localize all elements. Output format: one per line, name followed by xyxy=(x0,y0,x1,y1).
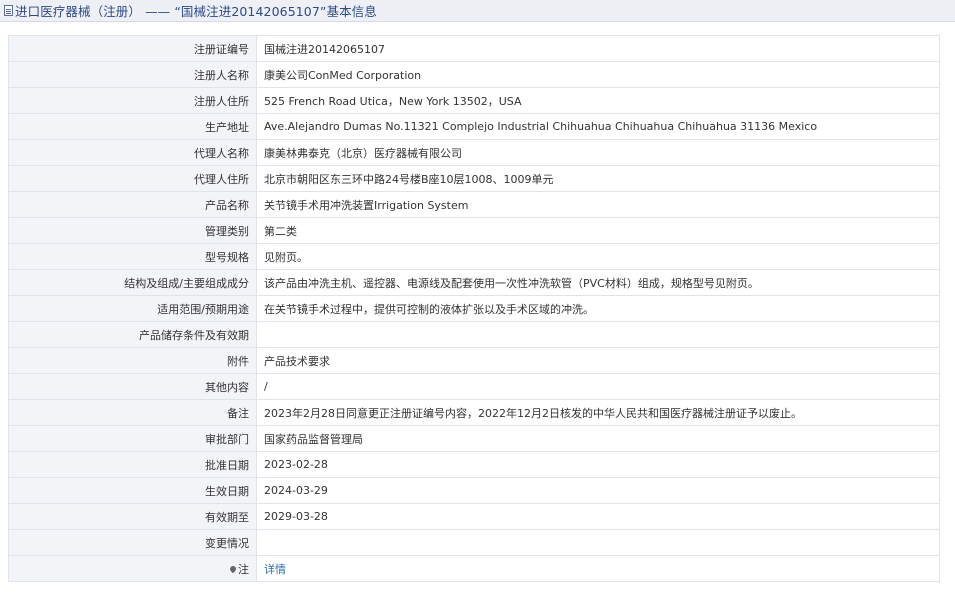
info-table-container: 注册证编号 国械注进20142065107 注册人名称 康美公司ConMed C… xyxy=(8,35,940,582)
row-label: 生效日期 xyxy=(8,477,257,504)
table-row: 产品名称 关节镜手术用冲洗装置Irrigation System xyxy=(8,191,940,218)
table-row: 变更情况 xyxy=(8,529,940,556)
row-value: 康美林弗泰克（北京）医疗器械有限公司 xyxy=(256,139,940,166)
row-value: / xyxy=(256,373,940,400)
row-value: 该产品由冲洗主机、遥控器、电源线及配套使用一次性冲洗软管（PVC材料）组成，规格… xyxy=(256,269,940,296)
row-label: 型号规格 xyxy=(8,243,257,270)
row-value: 2024-03-29 xyxy=(256,477,940,504)
row-label: 变更情况 xyxy=(8,529,257,556)
row-value: 在关节镜手术过程中，提供可控制的液体扩张以及手术区域的冲洗。 xyxy=(256,295,940,322)
row-label: 注册人住所 xyxy=(8,87,257,114)
row-value xyxy=(256,529,940,556)
row-value: 2023年2月28日同意更正注册证编号内容，2022年12月2日核发的中华人民共… xyxy=(256,399,940,426)
table-row: 生效日期 2024-03-29 xyxy=(8,477,940,504)
row-label: 管理类别 xyxy=(8,217,257,244)
row-label: 附件 xyxy=(8,347,257,374)
row-label: 审批部门 xyxy=(8,425,257,452)
table-row: 注册人名称 康美公司ConMed Corporation xyxy=(8,61,940,88)
table-row: 备注 2023年2月28日同意更正注册证编号内容，2022年12月2日核发的中华… xyxy=(8,399,940,426)
row-label: 产品储存条件及有效期 xyxy=(8,321,257,348)
row-value: 2029-03-28 xyxy=(256,503,940,530)
table-row: 型号规格 见附页。 xyxy=(8,243,940,270)
row-label: 产品名称 xyxy=(8,191,257,218)
table-row: 代理人名称 康美林弗泰克（北京）医疗器械有限公司 xyxy=(8,139,940,166)
row-value: Ave.Alejandro Dumas No.11321 Complejo In… xyxy=(256,113,940,140)
row-value: 关节镜手术用冲洗装置Irrigation System xyxy=(256,191,940,218)
info-table: 注册证编号 国械注进20142065107 注册人名称 康美公司ConMed C… xyxy=(8,35,940,582)
row-value: 北京市朝阳区东三环中路24号楼B座10层1008、1009单元 xyxy=(256,165,940,192)
row-label: 代理人名称 xyxy=(8,139,257,166)
row-label: 生产地址 xyxy=(8,113,257,140)
row-label: 备注 xyxy=(8,399,257,426)
row-label: 注册人名称 xyxy=(8,61,257,88)
pin-icon xyxy=(228,564,238,573)
row-value: 见附页。 xyxy=(256,243,940,270)
row-label: 有效期至 xyxy=(8,503,257,530)
page-title: 进口医疗器械（注册） —— “国械注进20142065107”基本信息 xyxy=(15,4,377,19)
table-row: 有效期至 2029-03-28 xyxy=(8,503,940,530)
document-icon xyxy=(4,5,13,16)
table-row: 审批部门 国家药品监督管理局 xyxy=(8,425,940,452)
table-row: 结构及组成/主要组成成分 该产品由冲洗主机、遥控器、电源线及配套使用一次性冲洗软… xyxy=(8,269,940,296)
note-label-cell: 注 xyxy=(8,555,257,582)
table-row: 生产地址 Ave.Alejandro Dumas No.11321 Comple… xyxy=(8,113,940,140)
row-label: 结构及组成/主要组成成分 xyxy=(8,269,257,296)
row-label: 注册证编号 xyxy=(8,35,257,62)
row-value: 第二类 xyxy=(256,217,940,244)
table-row: 产品储存条件及有效期 xyxy=(8,321,940,348)
table-row: 管理类别 第二类 xyxy=(8,217,940,244)
table-row: 适用范围/预期用途 在关节镜手术过程中，提供可控制的液体扩张以及手术区域的冲洗。 xyxy=(8,295,940,322)
table-row: 注册证编号 国械注进20142065107 xyxy=(8,35,940,62)
row-label: 其他内容 xyxy=(8,373,257,400)
row-value: 525 French Road Utica，New York 13502，USA xyxy=(256,87,940,114)
table-row: 代理人住所 北京市朝阳区东三环中路24号楼B座10层1008、1009单元 xyxy=(8,165,940,192)
table-row: 注册人住所 525 French Road Utica，New York 135… xyxy=(8,87,940,114)
row-value: 康美公司ConMed Corporation xyxy=(256,61,940,88)
details-link[interactable]: 详情 xyxy=(264,563,286,576)
note-label: 注 xyxy=(238,562,249,576)
page-header: 进口医疗器械（注册） —— “国械注进20142065107”基本信息 xyxy=(0,0,955,22)
row-value xyxy=(256,321,940,348)
row-label: 代理人住所 xyxy=(8,165,257,192)
row-value: 国械注进20142065107 xyxy=(256,35,940,62)
table-row: 附件 产品技术要求 xyxy=(8,347,940,374)
note-value-cell: 详情 xyxy=(256,555,940,582)
table-row: 其他内容 / xyxy=(8,373,940,400)
table-row: 批准日期 2023-02-28 xyxy=(8,451,940,478)
row-value: 国家药品监督管理局 xyxy=(256,425,940,452)
note-row: 注 详情 xyxy=(8,555,940,582)
row-value: 产品技术要求 xyxy=(256,347,940,374)
row-label: 适用范围/预期用途 xyxy=(8,295,257,322)
row-label: 批准日期 xyxy=(8,451,257,478)
row-value: 2023-02-28 xyxy=(256,451,940,478)
